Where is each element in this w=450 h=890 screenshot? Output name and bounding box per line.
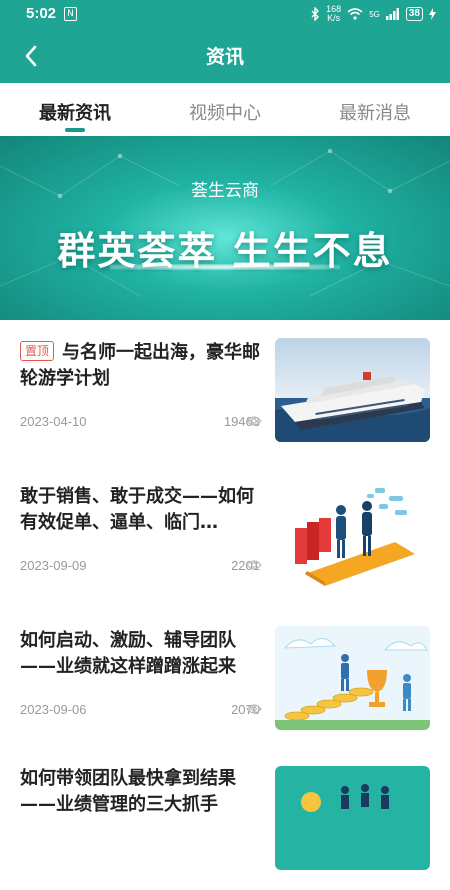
news-thumbnail-team-goal	[275, 766, 430, 870]
page-title: 资讯	[205, 46, 244, 68]
news-item[interactable]: 如何启动、激励、辅导团队——业绩就这样蹭蹭涨起来 2023-09-06 2070	[0, 608, 450, 752]
wifi-icon	[347, 8, 363, 20]
news-thumbnail-trophy-coins	[275, 626, 430, 730]
tab-video-center[interactable]: 视频中心	[150, 83, 300, 136]
signal-icon	[385, 8, 399, 20]
news-item[interactable]: 敢于销售、敢于成交——如何有效促单、逼单、临门… 2023-09-09 2201	[0, 464, 450, 608]
news-thumbnail-cruise-ship	[275, 338, 430, 442]
news-thumbnail-business-handshake	[275, 482, 430, 586]
news-title: 如何带领团队最快拿到结果——业绩管理的三大抓手	[20, 768, 236, 815]
status-time: 5:02	[26, 5, 57, 22]
network-type: 5G	[369, 9, 380, 19]
promo-banner[interactable]: 荟生云商 群英荟萃 生生不息	[0, 136, 450, 320]
eye-icon	[246, 704, 262, 714]
tab-bar: 最新资讯 视频中心 最新消息	[0, 83, 450, 136]
status-bar: 5:02 N 168 K/s 5G 38	[0, 0, 450, 28]
pinned-badge: 置顶	[20, 341, 55, 361]
news-date: 2023-09-06	[20, 702, 87, 717]
news-item[interactable]: 置顶 与名师一起出海，豪华邮轮游学计划 2023-04-10 19463	[0, 320, 450, 464]
news-date: 2023-04-10	[20, 414, 87, 429]
banner-glow	[110, 264, 340, 270]
eye-icon	[246, 416, 262, 426]
news-title: 敢于销售、敢于成交——如何有效促单、逼单、临门…	[20, 486, 254, 533]
network-speed: 168 K/s	[326, 4, 342, 23]
nfc-icon: N	[64, 7, 77, 21]
battery-level: 38	[405, 7, 423, 21]
news-date: 2023-09-09	[20, 558, 87, 573]
news-title: 置顶 与名师一起出海，豪华邮轮游学计划	[20, 341, 261, 389]
bluetooth-icon	[311, 7, 320, 21]
news-title: 如何启动、激励、辅导团队——业绩就这样蹭蹭涨起来	[20, 630, 236, 677]
eye-icon	[246, 560, 262, 570]
charging-icon	[429, 8, 436, 20]
tab-latest-news[interactable]: 最新资讯	[0, 83, 150, 136]
app-header: 资讯	[0, 28, 450, 83]
banner-subtitle: 荟生云商	[191, 181, 259, 201]
news-item[interactable]: 如何带领团队最快拿到结果——业绩管理的三大抓手	[0, 746, 450, 890]
tab-latest-messages[interactable]: 最新消息	[300, 83, 450, 136]
